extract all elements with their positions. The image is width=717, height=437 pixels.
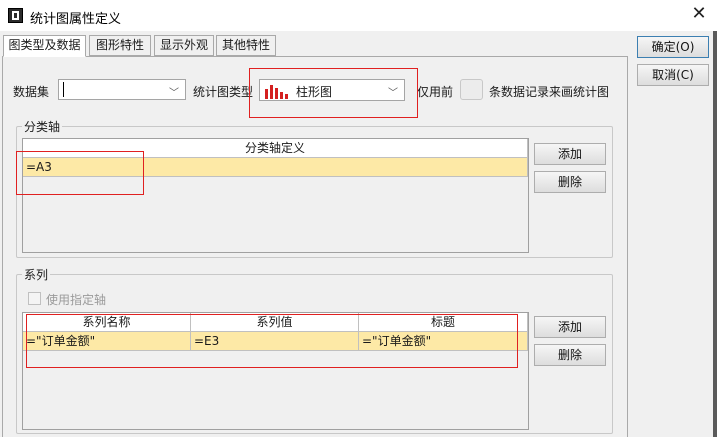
window-edge <box>713 31 717 437</box>
series-delete-button[interactable]: 删除 <box>534 344 606 366</box>
category-axis-header: 分类轴定义 <box>23 139 528 158</box>
series-col-name: 系列名称 <box>23 313 191 332</box>
series-title-cell[interactable]: ="订单金额" <box>359 332 528 351</box>
use-axis-checkbox[interactable] <box>28 292 41 305</box>
cancel-button[interactable]: 取消(C) <box>637 64 709 86</box>
only-first-label: 仅用前 <box>417 85 454 99</box>
app-icon <box>8 8 23 23</box>
category-axis-table: 分类轴定义 =A3 <box>22 138 529 253</box>
tab-chart-type-data[interactable]: 图类型及数据 <box>3 35 86 57</box>
records-suffix-label: 条数据记录来画统计图 <box>489 85 610 99</box>
series-col-title: 标题 <box>359 313 528 332</box>
series-name-cell[interactable]: ="订单金额" <box>23 332 191 351</box>
category-delete-button[interactable]: 删除 <box>534 171 606 193</box>
category-axis-title: 分类轴 <box>22 118 63 135</box>
chart-type-label: 统计图类型 <box>193 85 254 99</box>
tab-graph-features[interactable]: 图形特性 <box>89 35 151 56</box>
close-icon[interactable]: ✕ <box>684 3 714 27</box>
record-count-input[interactable] <box>460 79 483 100</box>
chevron-down-icon: ﹀ <box>388 88 398 99</box>
category-axis-row[interactable]: =A3 <box>23 158 528 177</box>
series-group-title: 系列 <box>22 266 51 283</box>
dataset-label: 数据集 <box>13 85 50 99</box>
category-add-button[interactable]: 添加 <box>534 143 606 165</box>
bar-chart-icon <box>265 85 288 99</box>
series-value-cell[interactable]: =E3 <box>191 332 359 351</box>
chevron-down-icon: ﹀ <box>169 88 179 99</box>
title-bar: 统计图属性定义 ✕ <box>0 0 717 31</box>
series-add-button[interactable]: 添加 <box>534 316 606 338</box>
window-title: 统计图属性定义 <box>30 12 122 27</box>
chart-type-select[interactable]: 柱形图 ﹀ <box>259 79 405 101</box>
series-table: 系列名称 系列值 标题 ="订单金额" =E3 ="订单金额" <box>22 312 529 430</box>
tab-other-features[interactable]: 其他特性 <box>216 35 276 56</box>
chart-type-value: 柱形图 <box>296 85 333 99</box>
use-axis-label: 使用指定轴 <box>46 293 107 307</box>
tab-display-appearance[interactable]: 显示外观 <box>154 35 214 56</box>
series-col-value: 系列值 <box>191 313 359 332</box>
ok-button[interactable]: 确定(O) <box>637 36 709 58</box>
text-cursor <box>63 82 64 97</box>
dataset-select[interactable]: ﹀ <box>58 79 186 100</box>
